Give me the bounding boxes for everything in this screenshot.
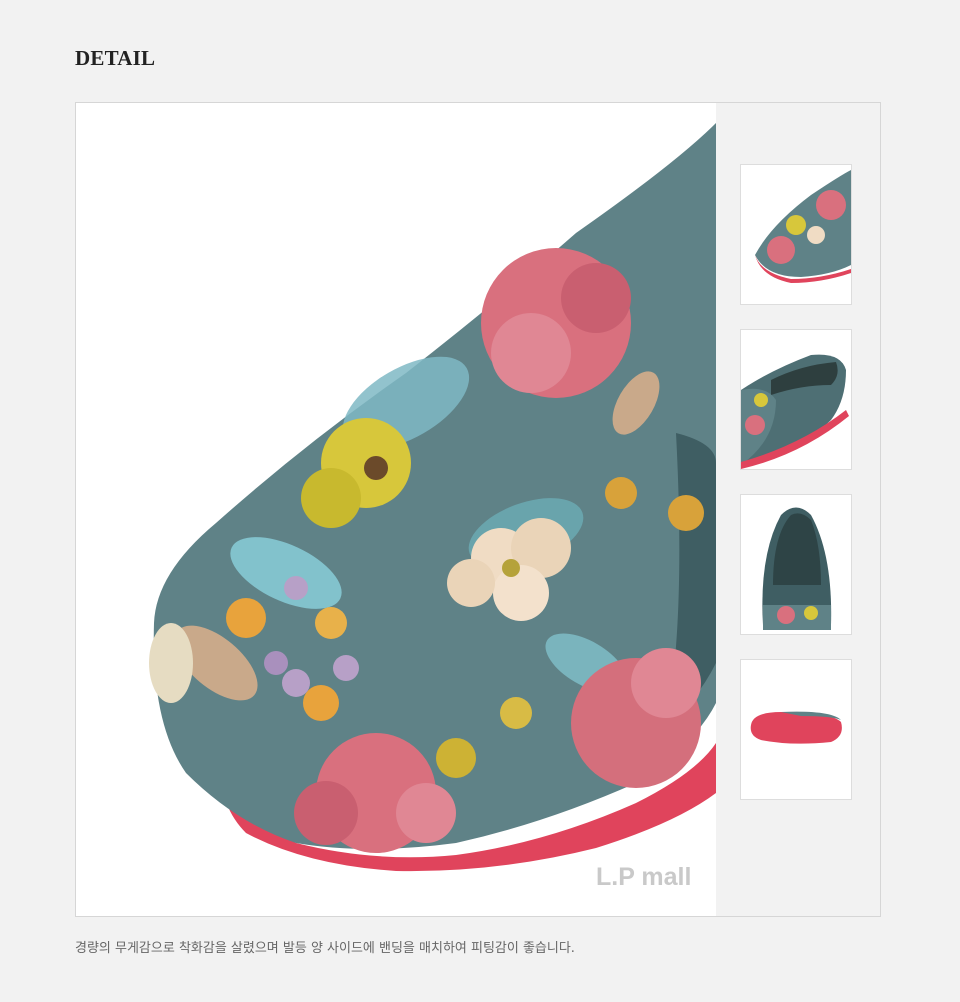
thumbnail-front-view[interactable] <box>740 494 852 635</box>
shoe-illustration <box>149 123 716 872</box>
main-product-image: L.P mall <box>76 103 716 916</box>
thumbnail-top-view[interactable] <box>740 164 852 305</box>
thumbnail-sole-view[interactable] <box>740 659 852 800</box>
product-image-gallery: L.P mall <box>75 102 881 917</box>
thumbnail-side-view[interactable] <box>740 329 852 470</box>
watermark-logo: L.P mall <box>596 863 692 891</box>
product-description: 경량의 무게감으로 착화감을 살렸으며 발등 양 사이드에 밴딩을 매치하여 피… <box>75 941 575 956</box>
section-title: DETAIL <box>75 46 156 70</box>
